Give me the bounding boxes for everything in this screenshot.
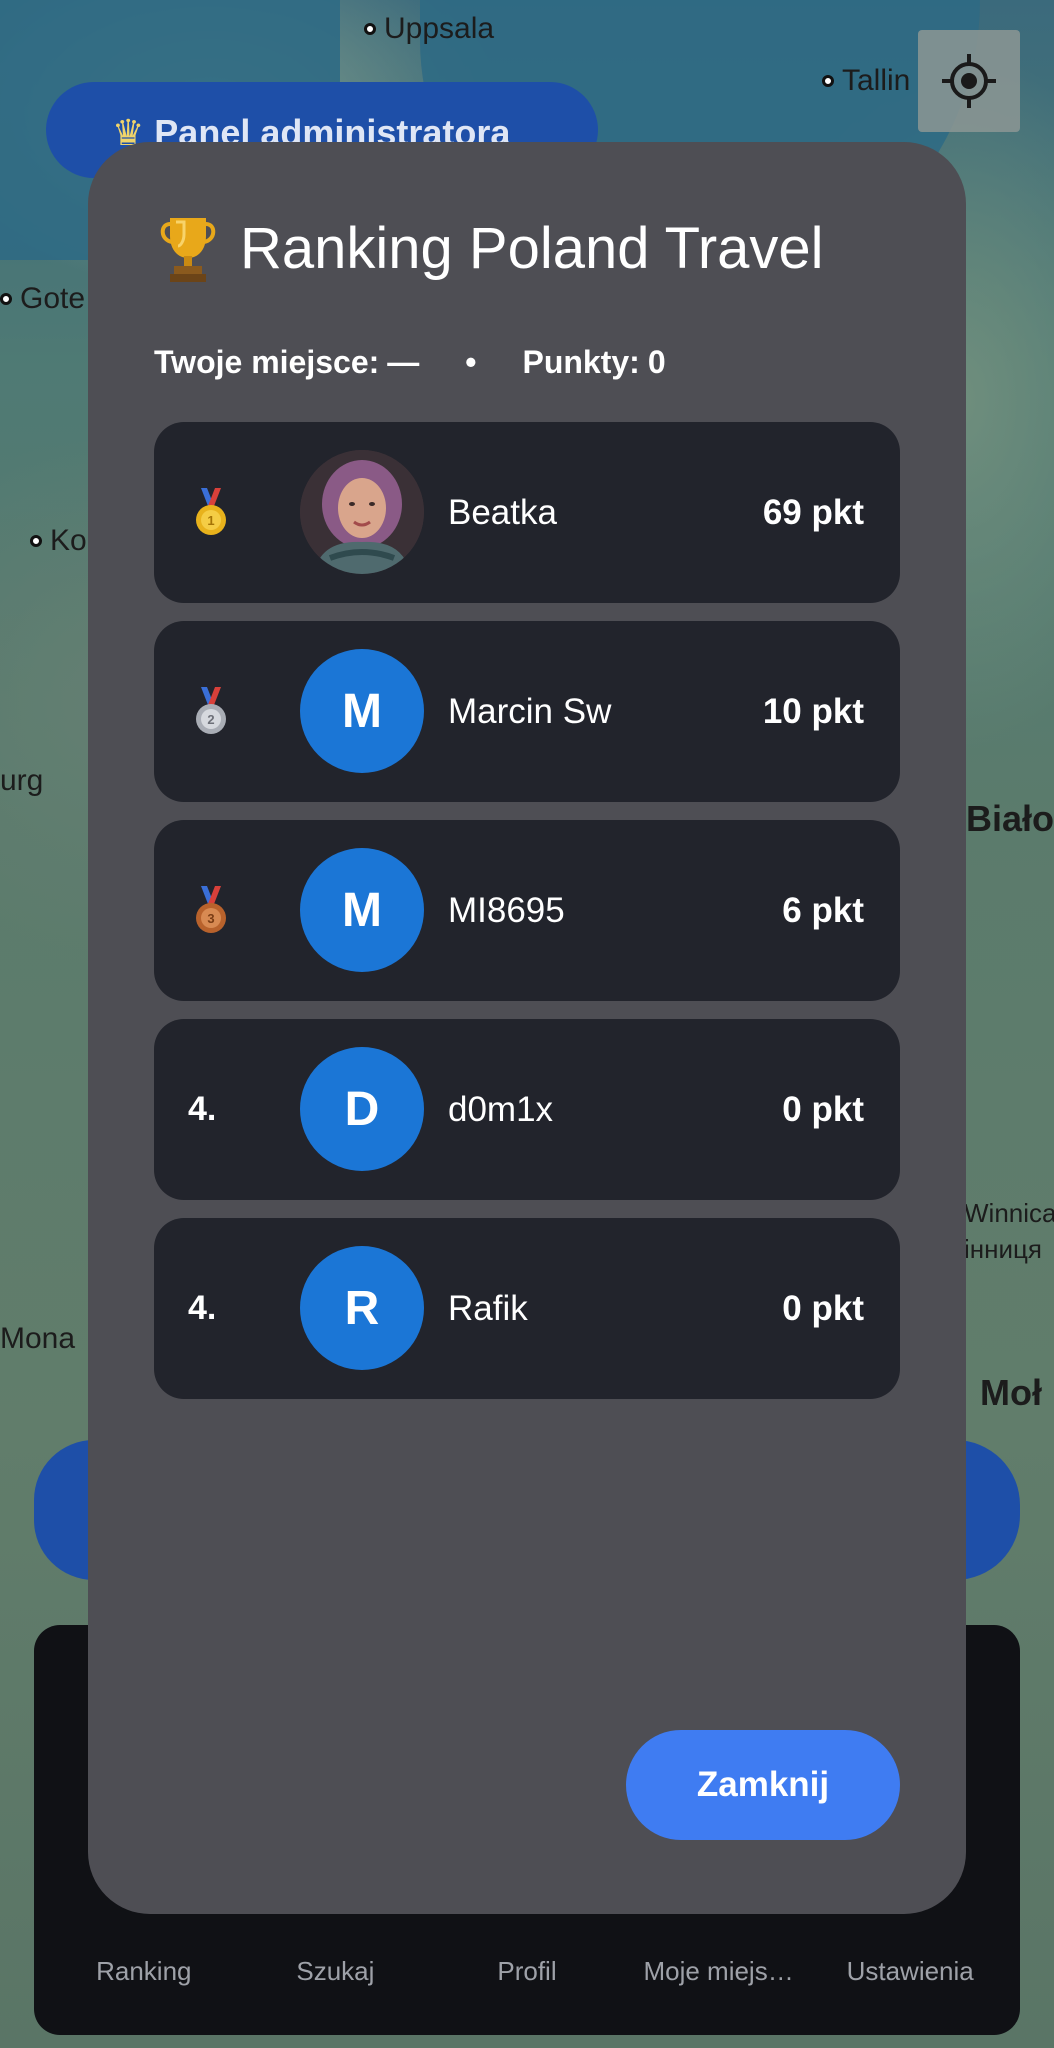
ranking-modal: Ranking Poland Travel Twoje miejsce: — •… [88,142,966,1914]
player-points: 10 pkt [762,691,864,731]
map-label: Mona [0,1322,76,1355]
map-label: Gote [0,282,85,316]
ranking-row[interactable]: 4. R Rafik 0 pkt [154,1218,900,1399]
separator-dot: • [465,344,477,380]
nav-item-my-places[interactable]: Moje miejs… [625,1956,813,1987]
nav-item-settings[interactable]: Ustawienia [816,1956,1004,1987]
player-points: 0 pkt [782,1288,864,1328]
avatar: M [300,848,424,972]
svg-text:1: 1 [207,513,214,528]
modal-title: Ranking Poland Travel [240,215,824,281]
modal-header: Ranking Poland Travel [158,212,824,284]
map-label: Uppsala [364,12,494,46]
ranking-row[interactable]: 3 M MI8695 6 pkt [154,820,900,1001]
avatar: M [300,649,424,773]
my-place-label: Twoje miejsce: [154,344,380,380]
map-label: Ko [30,524,87,558]
rank-number: 4. [188,1090,217,1128]
player-name: Beatka [448,492,557,532]
avatar [300,450,424,574]
bronze-medal-icon: 3 [196,885,226,933]
ranking-row[interactable]: 1 Beatka 69 pkt [154,422,900,603]
player-points: 69 pkt [762,492,864,532]
rank-badge: 1 [188,422,228,603]
svg-text:3: 3 [207,911,214,926]
my-ranking-summary: Twoje miejsce: — • Punkty: 0 [154,344,666,381]
player-points: 6 pkt [782,890,864,930]
points-value: 0 [647,344,666,380]
player-name: Rafik [448,1288,528,1328]
points-label: Punkty: [522,344,640,380]
gold-medal-icon: 1 [196,487,226,535]
player-name: d0m1x [448,1089,554,1129]
avatar: D [300,1047,424,1171]
nav-item-ranking[interactable]: Ranking [50,1956,238,1987]
map-label: інниця [964,1234,1042,1264]
locate-me-button[interactable] [918,30,1020,132]
map-label: Biało [966,798,1054,839]
svg-text:2: 2 [207,712,214,727]
avatar: R [300,1246,424,1370]
rank-number: 4. [188,1289,217,1327]
player-name: MI8695 [448,890,565,930]
rank-badge: 2 [188,621,228,802]
player-points: 0 pkt [782,1089,864,1129]
user-photo [300,450,424,574]
close-button[interactable]: Zamknij [626,1730,900,1840]
player-name: Marcin Sw [448,691,612,731]
map-label: Winnica [964,1198,1054,1228]
silver-medal-icon: 2 [196,686,226,734]
ranking-row[interactable]: 4. D d0m1x 0 pkt [154,1019,900,1200]
my-place-value: — [387,344,420,380]
nav-item-profile[interactable]: Profil [433,1956,621,1987]
nav-item-search[interactable]: Szukaj [241,1956,429,1987]
map-label: Tallin [822,64,910,98]
ranking-list: 1 Beatka 69 pkt 2 M Marcin Sw 10 pkt 3 M… [154,422,900,1417]
rank-badge: 3 [188,820,228,1001]
map-label: urg [0,764,44,797]
trophy-icon [160,218,216,282]
ranking-row[interactable]: 2 M Marcin Sw 10 pkt [154,621,900,802]
crosshair-icon [942,54,996,108]
map-label: Moł [980,1372,1042,1413]
